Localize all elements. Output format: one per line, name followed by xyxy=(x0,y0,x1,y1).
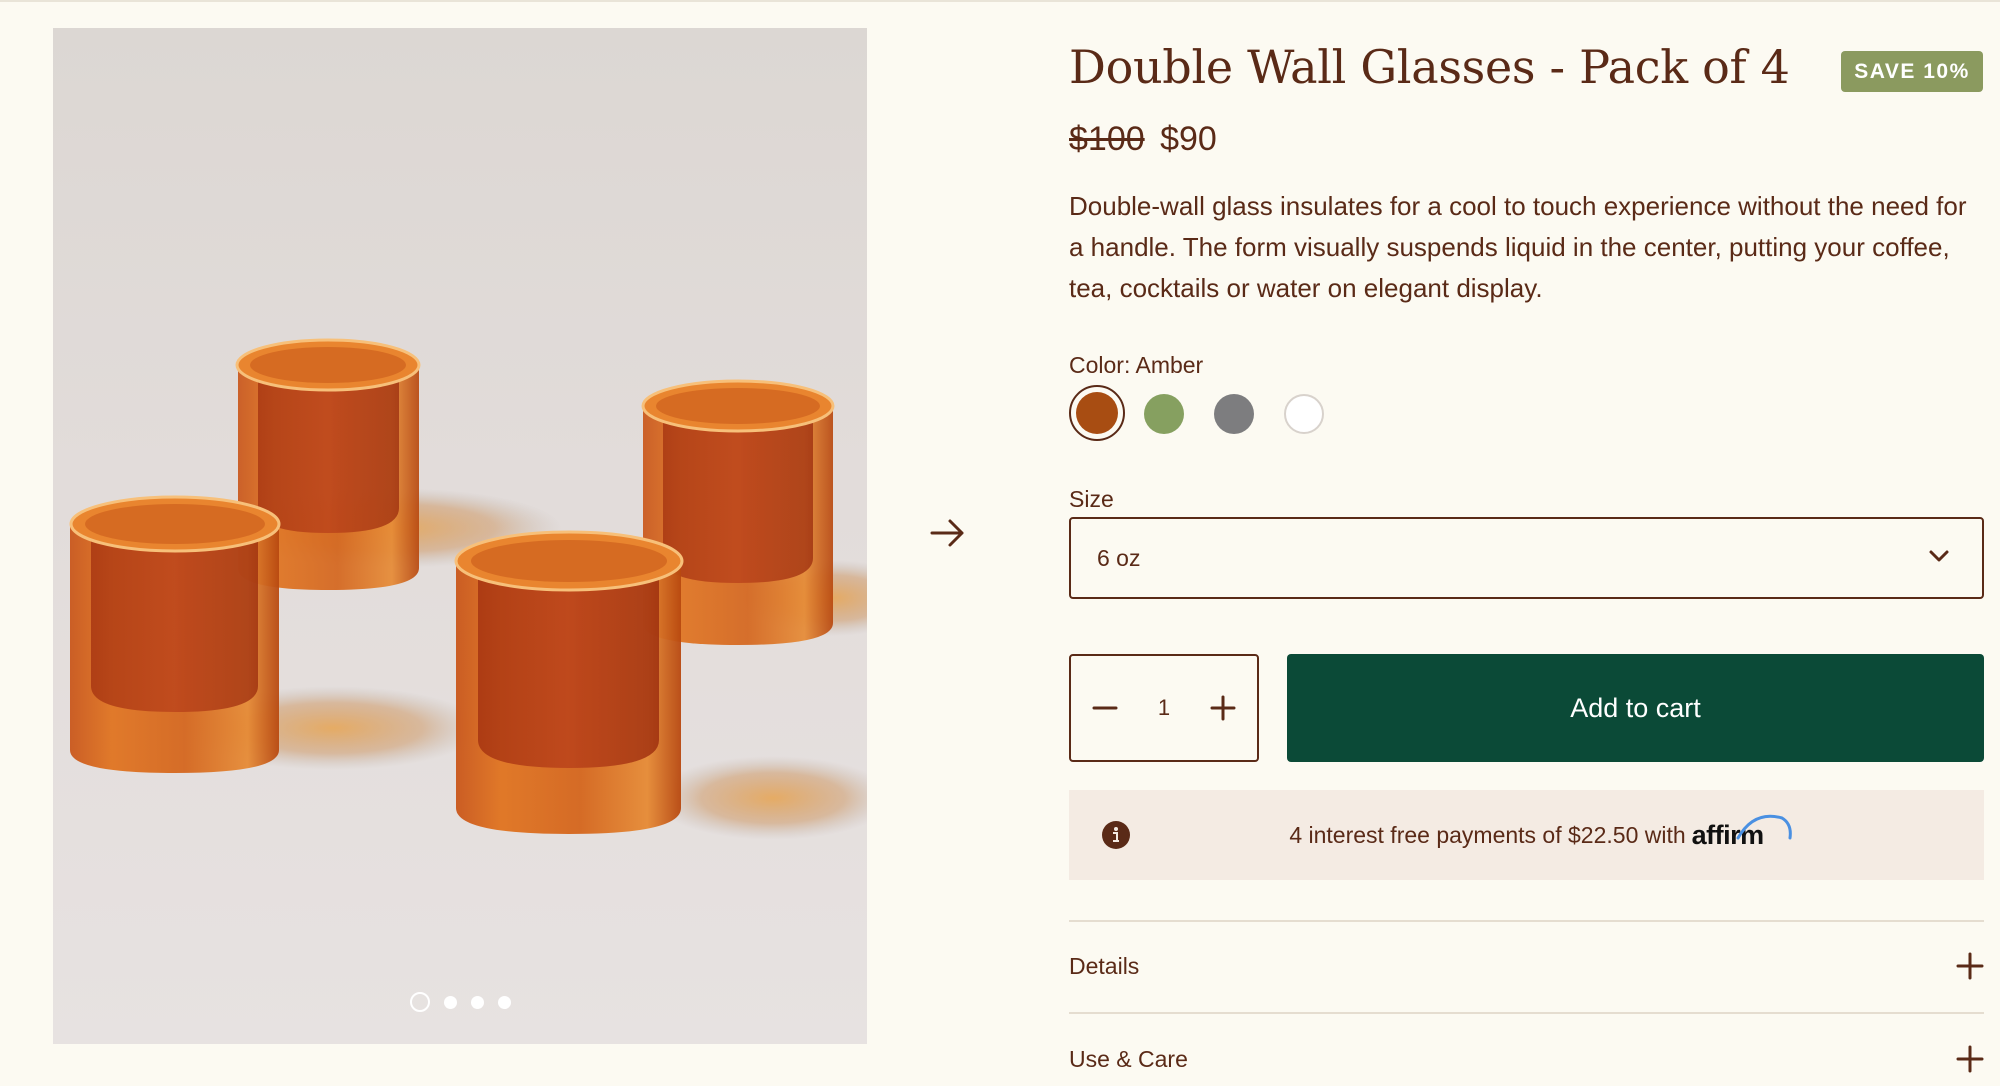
accordion-divider xyxy=(1069,1012,1984,1014)
minus-icon[interactable] xyxy=(1089,692,1121,724)
original-price: $100 xyxy=(1069,120,1145,158)
plus-icon xyxy=(1956,1045,1984,1073)
size-label: Size xyxy=(1069,486,1114,512)
plus-icon xyxy=(1956,952,1984,980)
gallery-dot-3[interactable] xyxy=(470,995,484,1009)
accordion-details[interactable]: Details xyxy=(1069,944,1984,988)
color-label: Color: Amber xyxy=(1069,352,1204,378)
add-to-cart-button[interactable]: Add to cart xyxy=(1287,654,1984,762)
affirm-banner: 4 interest free payments of $22.50 with … xyxy=(1069,790,1984,880)
arrow-right-icon[interactable] xyxy=(926,511,970,555)
gallery-pagination xyxy=(53,992,867,1012)
size-selected-value: 6 oz xyxy=(1097,544,1141,571)
gallery-dot-4[interactable] xyxy=(497,995,511,1009)
product-description: Double-wall glass insulates for a cool t… xyxy=(1069,191,1967,303)
affirm-logo: affirm xyxy=(1692,814,1792,851)
plus-icon[interactable] xyxy=(1207,692,1239,724)
swatch-clear[interactable] xyxy=(1284,394,1324,434)
quantity-stepper xyxy=(1069,654,1259,762)
gallery-dot-1[interactable] xyxy=(409,992,430,1012)
chevron-down-icon xyxy=(1929,550,1949,562)
swatch-grey[interactable] xyxy=(1214,394,1254,434)
swatch-amber-selected-ring[interactable] xyxy=(1069,385,1125,441)
accordion-use-care-label: Use & Care xyxy=(1069,1045,1188,1072)
accordion-details-label: Details xyxy=(1069,952,1140,979)
quantity-input[interactable] xyxy=(1144,695,1184,721)
save-badge: SAVE 10% xyxy=(1841,51,1983,92)
product-image-gallery[interactable] xyxy=(53,28,867,1044)
price: $100 $90 xyxy=(1069,120,1217,159)
info-icon[interactable] xyxy=(1102,821,1130,849)
sale-price: $90 xyxy=(1160,120,1217,158)
swatch-amber[interactable] xyxy=(1076,392,1118,434)
accordion-use-care[interactable]: Use & Care xyxy=(1069,1037,1984,1081)
gallery-dot-2[interactable] xyxy=(443,995,457,1009)
swatch-green[interactable] xyxy=(1144,394,1184,434)
accordion-divider xyxy=(1069,920,1984,922)
product-title: Double Wall Glasses - Pack of 4 xyxy=(1069,40,1790,94)
size-select[interactable]: 6 oz xyxy=(1069,517,1984,599)
affirm-text: 4 interest free payments of $22.50 with xyxy=(1289,821,1686,848)
affirm-arc xyxy=(1736,814,1792,839)
top-divider xyxy=(0,0,2000,2)
product-photo xyxy=(69,338,867,840)
